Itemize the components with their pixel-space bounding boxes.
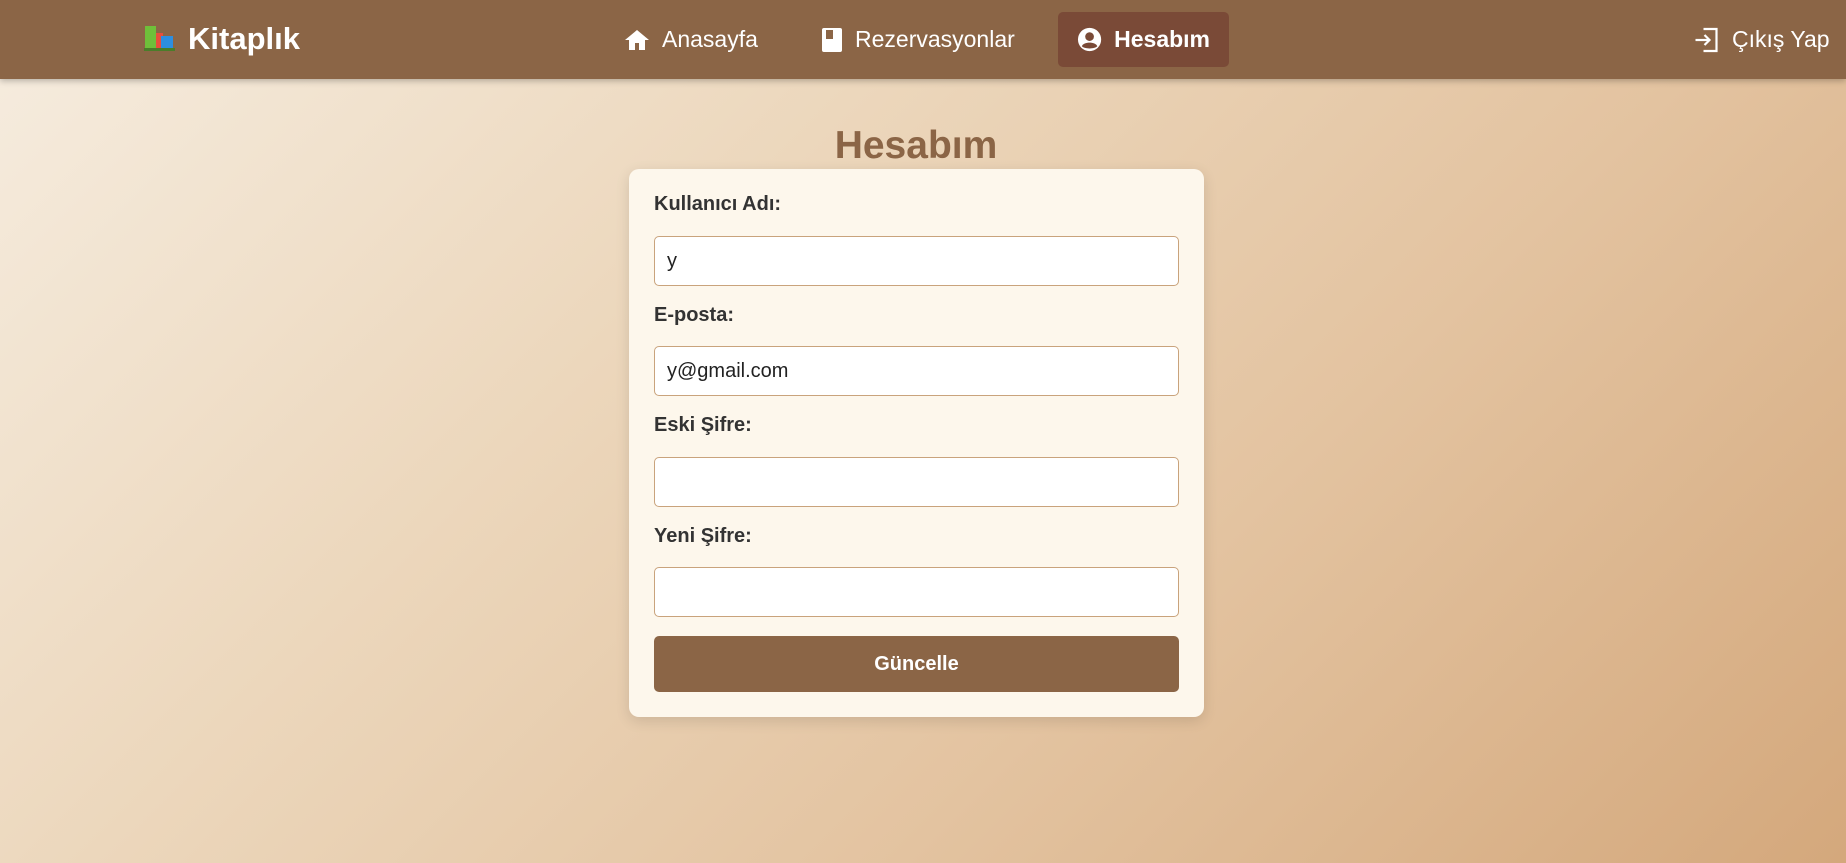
- username-label: Kullanıcı Adı:: [654, 193, 782, 215]
- home-icon: [625, 29, 649, 50]
- email-field[interactable]: [654, 346, 1179, 396]
- email-label: E-posta:: [654, 304, 734, 326]
- nav-item-home[interactable]: Anasayfa: [605, 12, 777, 67]
- account-form: Kullanıcı Adı: E-posta: Eski Şifre: Yeni…: [629, 169, 1204, 717]
- logout-icon: [1695, 27, 1718, 52]
- new-password-label: Yeni Şifre:: [654, 525, 752, 547]
- logout-label: Çıkış Yap: [1732, 26, 1830, 52]
- page-title: Hesabım: [834, 124, 998, 167]
- old-password-field[interactable]: [654, 457, 1179, 507]
- old-password-label: Eski Şifre:: [654, 414, 752, 436]
- update-button[interactable]: Güncelle: [654, 636, 1179, 692]
- top-navbar: Kitaplık Anasayfa Rezervasyonlar Hesabım…: [0, 0, 1846, 79]
- brand-logo[interactable]: Kitaplık: [144, 20, 300, 58]
- nav-item-label: Hesabım: [1114, 26, 1210, 52]
- nav-item-label: Rezervasyonlar: [855, 26, 1015, 52]
- user-circle-icon: [1077, 27, 1102, 52]
- books-icon: [144, 26, 175, 51]
- nav-item-account[interactable]: Hesabım: [1058, 12, 1229, 67]
- nav-item-label: Anasayfa: [662, 26, 758, 52]
- brand-name: Kitaplık: [188, 21, 300, 56]
- logout-button[interactable]: Çıkış Yap: [1693, 12, 1830, 67]
- nav-item-reservations[interactable]: Rezervasyonlar: [802, 12, 1034, 67]
- new-password-field[interactable]: [654, 567, 1179, 617]
- book-icon: [822, 27, 842, 52]
- username-field[interactable]: [654, 236, 1179, 286]
